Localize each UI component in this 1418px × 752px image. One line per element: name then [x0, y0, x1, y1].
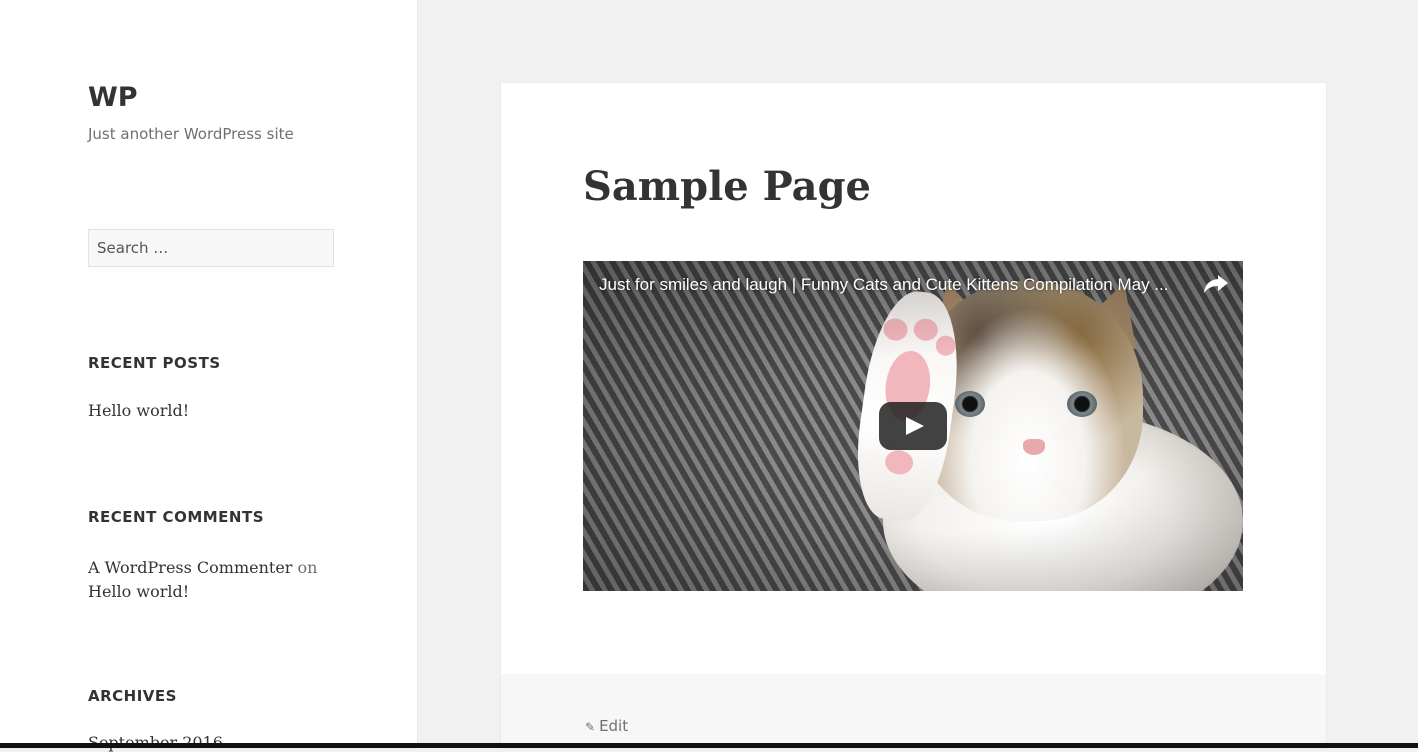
edit-link[interactable]: ✎ Edit: [585, 717, 628, 735]
article: Sample Page Just for smiles and laugh | …: [501, 83, 1326, 748]
widget-title-recent-posts: RECENT POSTS: [88, 354, 221, 372]
entry-footer: ✎ Edit: [501, 674, 1326, 748]
site-title[interactable]: WP: [88, 82, 138, 113]
pencil-icon: ✎: [585, 720, 596, 734]
widget-title-archives: ARCHIVES: [88, 687, 177, 705]
widget-title-recent-comments: RECENT COMMENTS: [88, 508, 265, 526]
comment-post-link[interactable]: Hello world!: [88, 582, 189, 601]
play-button[interactable]: [879, 402, 947, 450]
recent-post-link[interactable]: Hello world!: [88, 401, 189, 420]
site-description: Just another WordPress site: [88, 125, 294, 143]
search-input[interactable]: [88, 229, 334, 267]
comment-author-link[interactable]: A WordPress Commenter: [88, 558, 292, 577]
window-bottom-edge: [0, 743, 1418, 748]
recent-comment: A WordPress Commenter on Hello world!: [88, 556, 348, 604]
share-arrow-icon[interactable]: [1203, 273, 1229, 295]
edit-label: Edit: [599, 717, 629, 735]
comment-joiner: on: [297, 558, 318, 577]
video-embed[interactable]: Just for smiles and laugh | Funny Cats a…: [583, 261, 1243, 591]
video-title[interactable]: Just for smiles and laugh | Funny Cats a…: [599, 275, 1168, 295]
page-title: Sample Page: [583, 163, 872, 210]
sidebar: WP Just another WordPress site RECENT PO…: [0, 0, 417, 752]
